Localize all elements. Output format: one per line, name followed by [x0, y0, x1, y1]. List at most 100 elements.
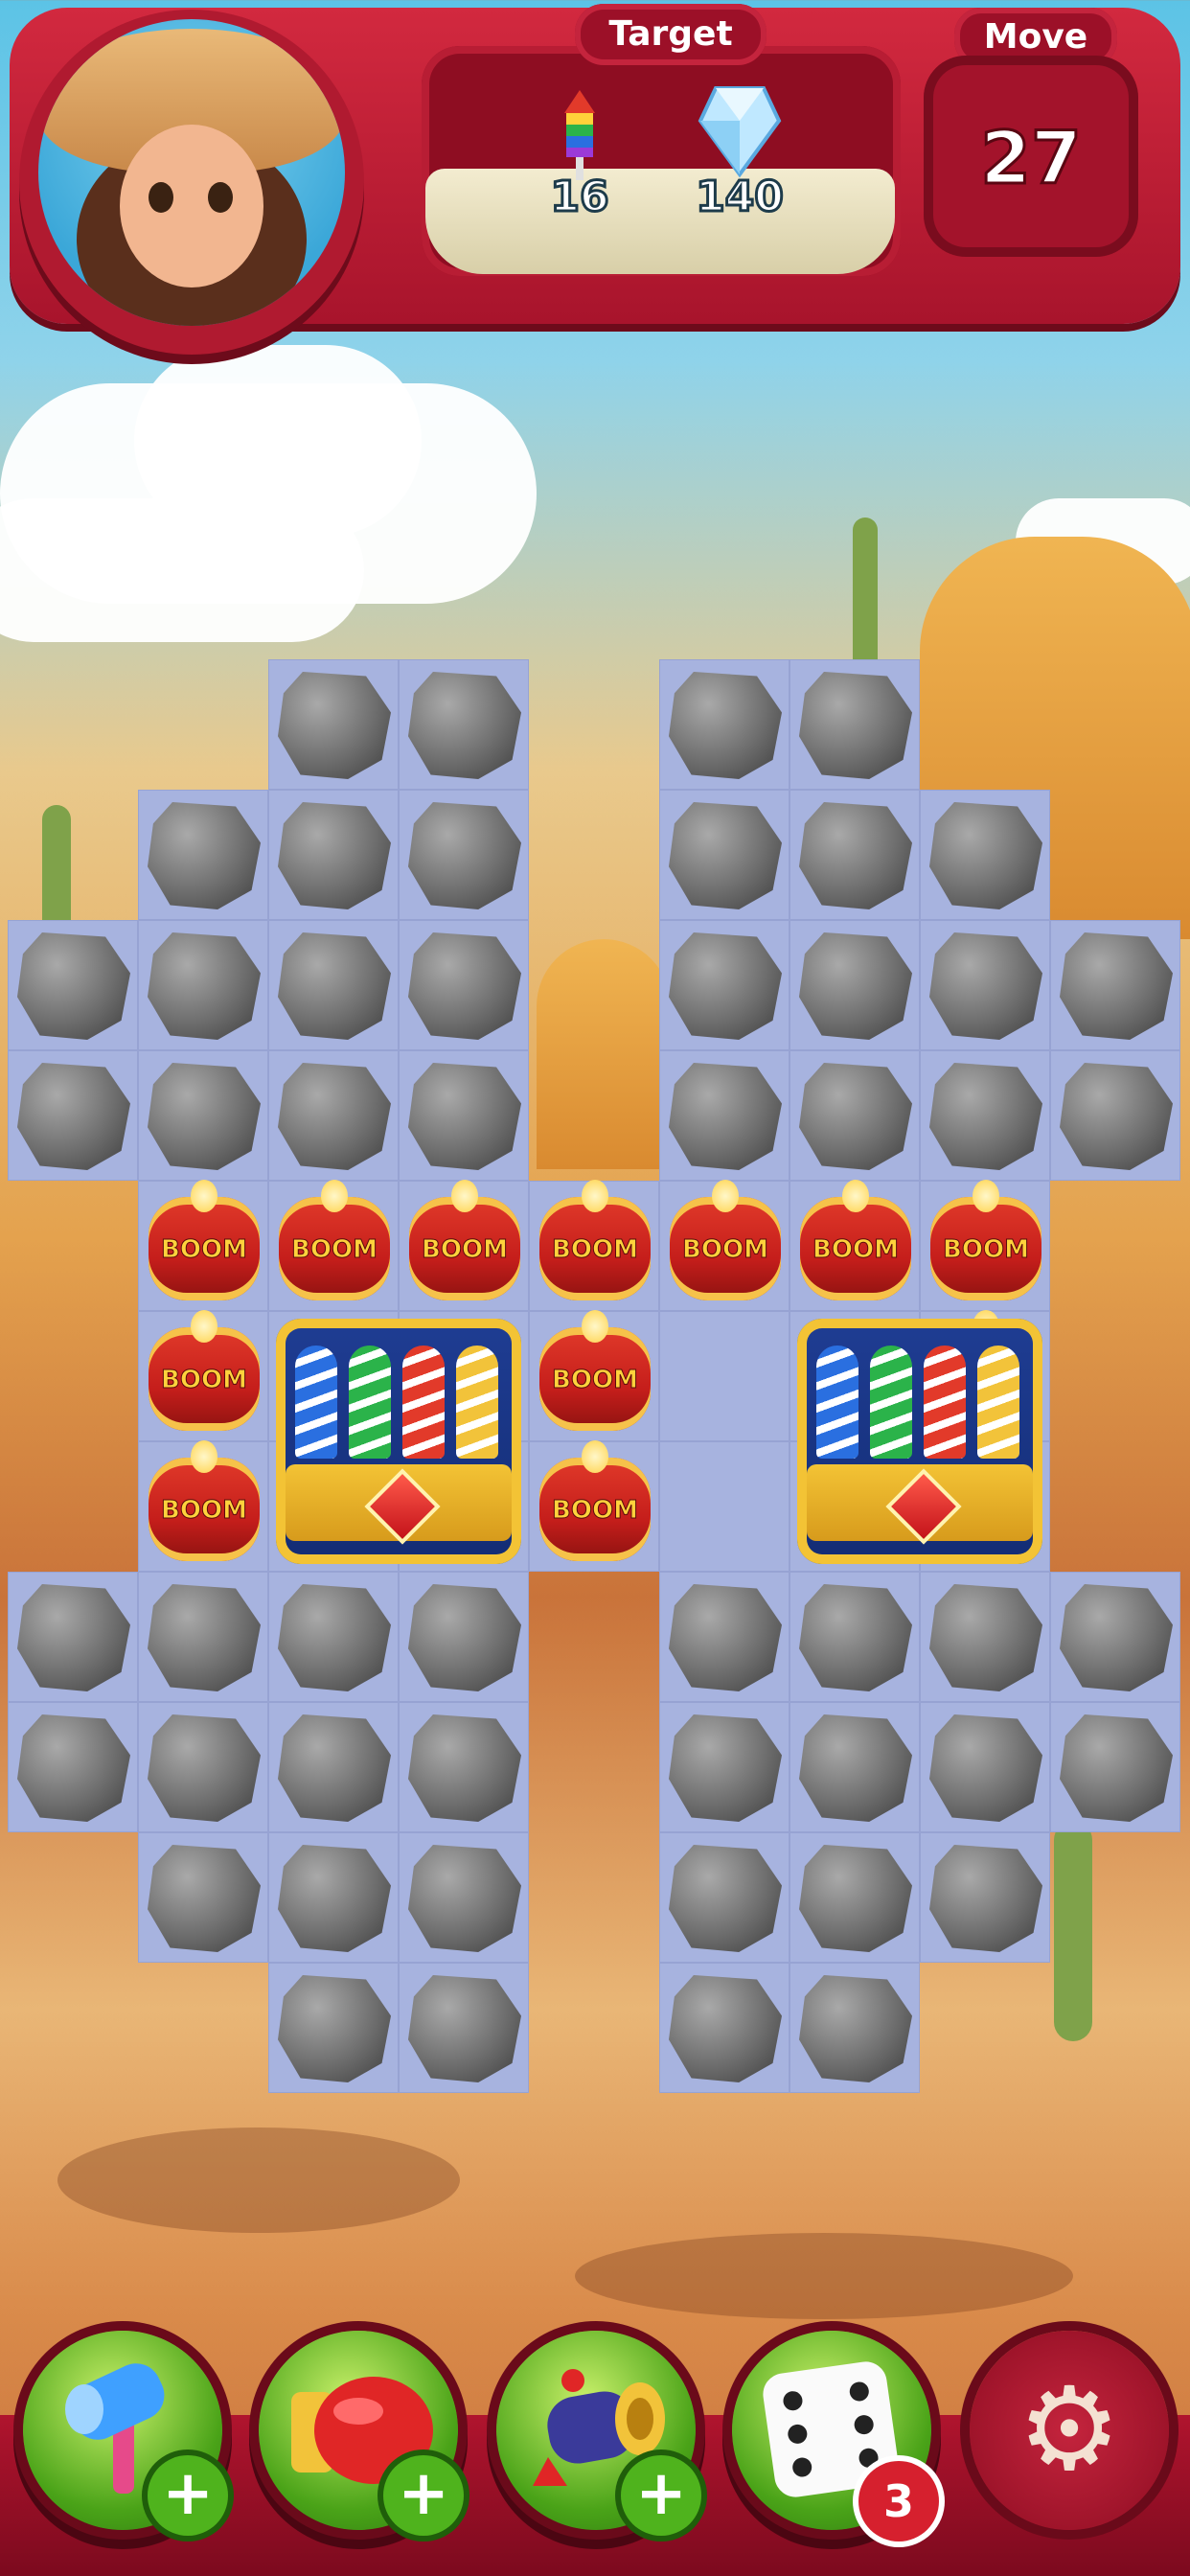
rock-tile — [408, 1975, 521, 2082]
board-cell[interactable]: BOOM — [138, 1440, 268, 1572]
hammer-booster[interactable]: + — [23, 2331, 228, 2536]
board-cell[interactable] — [1050, 1572, 1180, 1702]
board-cell[interactable] — [659, 790, 790, 920]
board-cell[interactable] — [268, 1963, 399, 2093]
board-cell[interactable] — [138, 790, 268, 920]
board-cell[interactable] — [8, 920, 138, 1050]
boom-barrel: BOOM — [670, 1180, 781, 1300]
board-cell[interactable] — [138, 1572, 268, 1702]
board-cell[interactable] — [399, 1963, 529, 2093]
board-cell[interactable]: BOOM — [920, 1180, 1050, 1311]
barrel-label: BOOM — [422, 1235, 509, 1265]
rock-tile — [1060, 1584, 1173, 1691]
board-cell[interactable]: BOOM — [529, 1310, 659, 1441]
board-cell[interactable] — [920, 1702, 1050, 1832]
boom-barrel: BOOM — [800, 1180, 911, 1300]
board-cell[interactable]: BOOM — [659, 1180, 790, 1311]
dice-booster[interactable]: 3 — [732, 2331, 939, 2542]
board-cell[interactable] — [1050, 920, 1180, 1050]
cannon-plus-button[interactable]: + — [621, 2455, 701, 2536]
board-cell[interactable] — [399, 659, 529, 790]
board-cell[interactable] — [790, 1572, 920, 1702]
board-cell[interactable] — [268, 1572, 399, 1702]
board-cell[interactable] — [790, 1963, 920, 2093]
rock-tile — [408, 802, 521, 909]
fuse-icon — [191, 1180, 217, 1212]
board-cell[interactable] — [790, 1702, 920, 1832]
board-cell[interactable] — [659, 1832, 790, 1963]
board-cell[interactable] — [790, 920, 920, 1050]
glove-booster[interactable]: + — [259, 2331, 464, 2536]
board-cell[interactable] — [399, 1050, 529, 1181]
board-cell[interactable] — [659, 1311, 790, 1441]
board-cell[interactable]: BOOM — [529, 1440, 659, 1572]
board-cell[interactable] — [399, 1832, 529, 1963]
fuse-icon — [191, 1310, 217, 1343]
board-cell[interactable] — [268, 790, 399, 920]
board-cell[interactable] — [659, 920, 790, 1050]
board-cell[interactable] — [268, 1832, 399, 1963]
board-cell[interactable] — [920, 1050, 1050, 1181]
rock-tile — [17, 1714, 130, 1822]
board-cell[interactable]: BOOM — [268, 1180, 399, 1311]
rocket-target-count: 16 — [549, 172, 610, 223]
glove-plus-button[interactable]: + — [383, 2455, 464, 2536]
board-cell[interactable] — [790, 790, 920, 920]
board-cell[interactable] — [268, 659, 399, 790]
rock-tile — [278, 1584, 391, 1691]
board-cell[interactable] — [268, 920, 399, 1050]
board-cell[interactable] — [138, 1702, 268, 1832]
rocket-crate — [797, 1319, 1042, 1564]
board-cell[interactable] — [268, 1050, 399, 1181]
board-cell[interactable] — [790, 659, 920, 790]
board-cell[interactable] — [399, 1572, 529, 1702]
board-cell[interactable]: BOOM — [138, 1310, 268, 1441]
rock-tile — [799, 1063, 912, 1170]
board-cell[interactable] — [790, 1832, 920, 1963]
board-cell[interactable] — [1050, 1050, 1180, 1181]
rock-tile — [799, 802, 912, 909]
cannon-booster[interactable]: + — [496, 2331, 701, 2536]
board-cell[interactable] — [399, 920, 529, 1050]
board-cell[interactable] — [8, 1050, 138, 1181]
rocket-icon — [402, 1346, 445, 1459]
board-cell[interactable] — [659, 1441, 790, 1572]
board-cell[interactable]: BOOM — [529, 1180, 659, 1311]
board-cell[interactable]: BOOM — [138, 1180, 268, 1311]
board-cell[interactable] — [8, 1572, 138, 1702]
board-cell[interactable] — [399, 790, 529, 920]
board-cell[interactable]: BOOM — [790, 1180, 920, 1311]
rocket-crate — [276, 1319, 521, 1564]
board-cell[interactable] — [659, 659, 790, 790]
board-cell[interactable] — [659, 1702, 790, 1832]
rock-tile — [17, 1063, 130, 1170]
board-cell[interactable] — [659, 1572, 790, 1702]
settings-button[interactable]: ⚙ — [970, 2331, 1169, 2530]
board-cell[interactable] — [920, 920, 1050, 1050]
fuse-icon — [582, 1180, 608, 1212]
board-cell[interactable] — [920, 1572, 1050, 1702]
board-cell[interactable] — [399, 1702, 529, 1832]
rocket-icon — [924, 1346, 966, 1459]
hammer-plus-button[interactable]: + — [148, 2455, 228, 2536]
rock-tile — [148, 1584, 261, 1691]
board-cell[interactable] — [138, 1050, 268, 1181]
rock-tile — [148, 1063, 261, 1170]
board-cell[interactable]: BOOM — [399, 1180, 529, 1311]
board-cell[interactable] — [138, 1832, 268, 1963]
board-cell[interactable] — [920, 1832, 1050, 1963]
board-cell[interactable] — [790, 1050, 920, 1181]
board-cell[interactable] — [268, 1702, 399, 1832]
board-cell[interactable] — [659, 1963, 790, 2093]
boom-barrel: BOOM — [149, 1180, 260, 1300]
board-cell[interactable] — [138, 920, 268, 1050]
board-cell[interactable] — [659, 1050, 790, 1181]
rock-tile — [669, 1845, 782, 1952]
barrel-label: BOOM — [943, 1235, 1030, 1265]
board-cell[interactable] — [8, 1702, 138, 1832]
rocket-icon — [870, 1346, 912, 1459]
board-cell[interactable] — [1050, 1702, 1180, 1832]
dice-count-badge: 3 — [858, 2461, 939, 2542]
crystal-target-count: 140 — [695, 172, 786, 223]
board-cell[interactable] — [920, 790, 1050, 920]
